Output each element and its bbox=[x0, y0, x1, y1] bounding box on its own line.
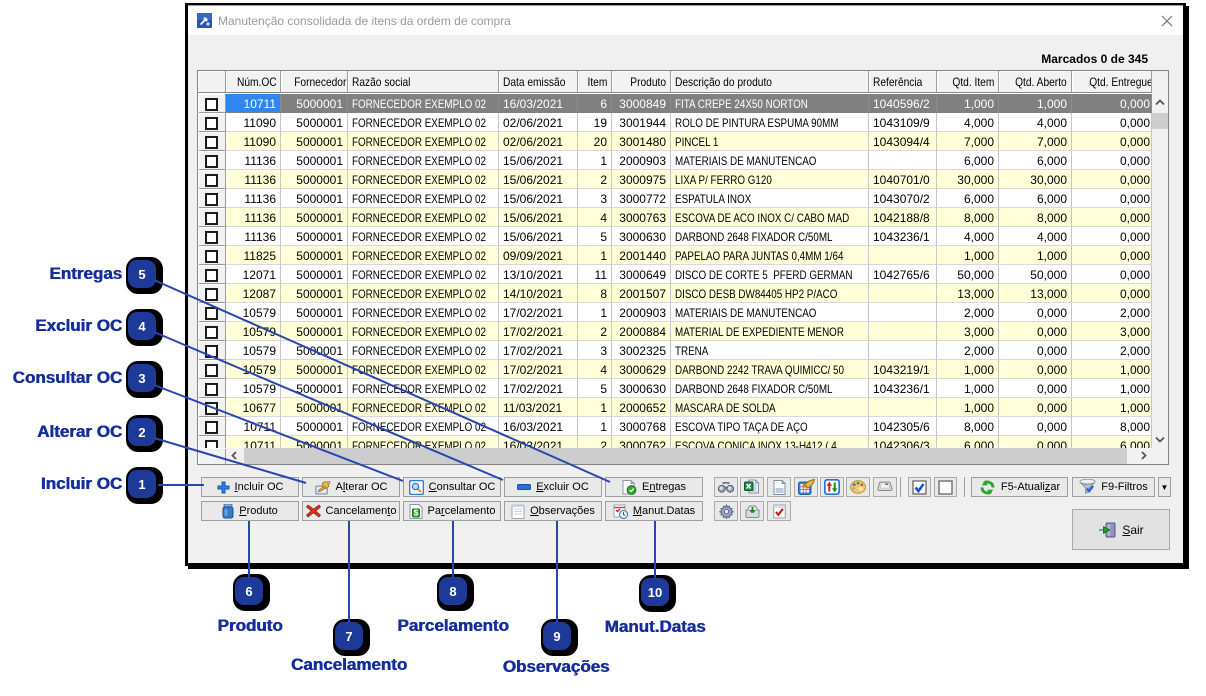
svg-text:$: $ bbox=[413, 507, 418, 517]
